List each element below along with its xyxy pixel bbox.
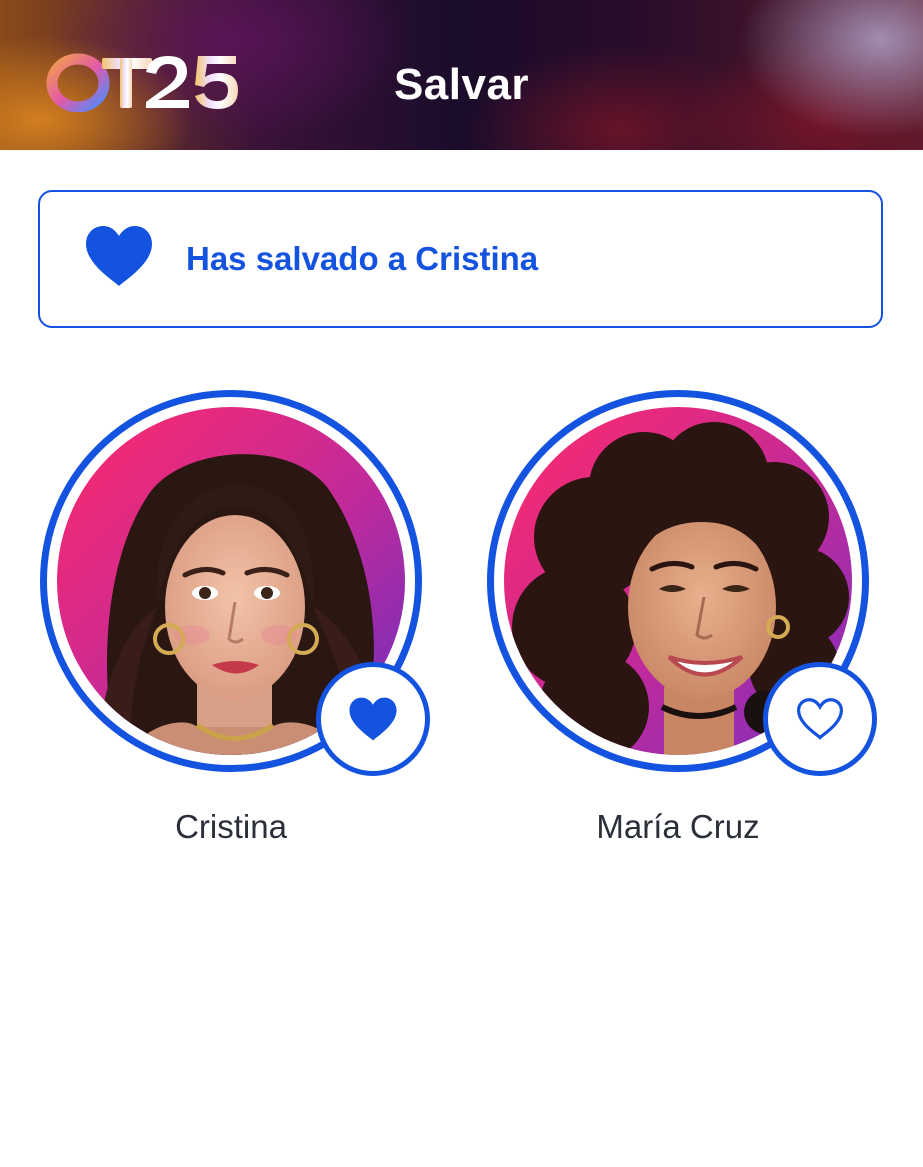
heart-outline-icon <box>796 698 844 740</box>
contestant-card-cristina[interactable]: Cristina <box>36 390 446 860</box>
vote-heart-button[interactable] <box>763 662 877 776</box>
vote-heart-button[interactable] <box>316 662 430 776</box>
contestant-card-maria-cruz[interactable]: María Cruz <box>483 390 893 860</box>
heart-filled-icon <box>84 224 154 288</box>
vote-confirmation-banner: Has salvado a Cristina <box>38 190 883 328</box>
confirmation-message: Has salvado a Cristina <box>186 240 539 277</box>
header-bar: Salvar <box>0 0 923 150</box>
save-vote-screen: Salvar Has salvado a Cristina Cristina M… <box>0 0 923 1167</box>
page-title: Salvar <box>393 60 530 109</box>
contestant-name: María Cruz <box>596 808 760 845</box>
contestant-name: Cristina <box>175 808 287 845</box>
heart-filled-icon <box>349 697 397 741</box>
